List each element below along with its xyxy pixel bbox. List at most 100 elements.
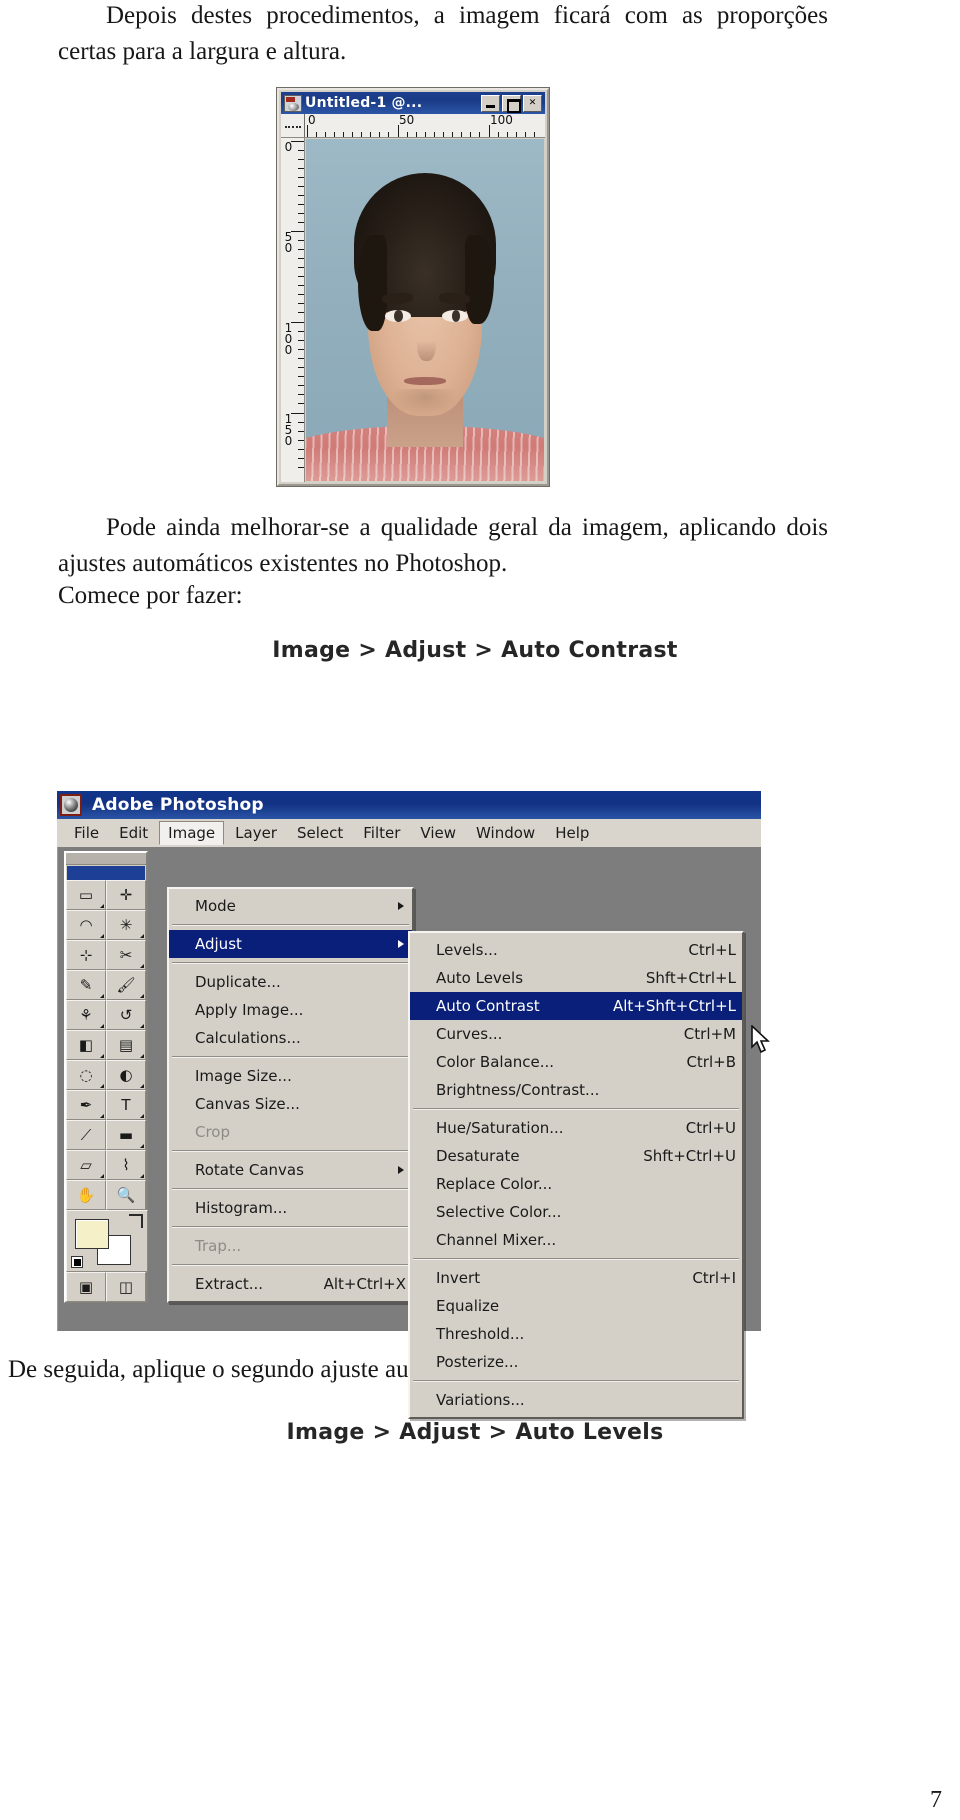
menu-select[interactable]: Select	[288, 821, 352, 845]
menu-item-selective-color[interactable]: Selective Color...	[410, 1198, 742, 1226]
menu-item-extract[interactable]: Extract... Alt+Ctrl+X	[169, 1270, 412, 1298]
photoshop-titlebar[interactable]: Adobe Photoshop	[57, 791, 761, 819]
menu-item-rotate-canvas[interactable]: Rotate Canvas	[169, 1156, 412, 1184]
move-tool-icon[interactable]: ✛	[106, 880, 146, 910]
menu-item-posterize[interactable]: Posterize...	[410, 1348, 742, 1376]
menu-item-auto-contrast[interactable]: Auto Contrast Alt+Shft+Ctrl+L	[410, 992, 742, 1020]
minimize-button[interactable]	[481, 94, 500, 112]
healing-brush-tool-icon[interactable]: ✎	[66, 970, 106, 1000]
menu-item-channel-mixer[interactable]: Channel Mixer...	[410, 1226, 742, 1254]
menu-view[interactable]: View	[411, 821, 465, 845]
eyedropper-tool-icon[interactable]: ⌇	[106, 1150, 146, 1180]
ruler-v-label-0: 0	[284, 140, 293, 154]
menu-file[interactable]: File	[65, 821, 108, 845]
stamp-tool-icon[interactable]: ⚘	[66, 1000, 106, 1030]
paintbrush-tool-icon[interactable]: 🖌	[106, 970, 146, 1000]
menu-layer[interactable]: Layer	[226, 821, 286, 845]
dodge-tool-icon[interactable]: ◐	[106, 1060, 146, 1090]
ruler-v-label-50: 50	[284, 230, 293, 255]
menu-item-calculations[interactable]: Calculations...	[169, 1024, 412, 1052]
vertical-ruler[interactable]: 0 50 100 150	[281, 138, 305, 482]
horizontal-ruler[interactable]: 0 50 100	[281, 114, 545, 138]
menu-image[interactable]: Image	[159, 821, 225, 845]
color-swatches[interactable]	[66, 1210, 148, 1272]
swap-colors-icon[interactable]	[129, 1214, 143, 1228]
photoshop-menubar[interactable]: File Edit Image Layer Select Filter View…	[57, 819, 761, 847]
menu-filter[interactable]: Filter	[354, 821, 409, 845]
path-selection-tool-icon[interactable]: ⟋	[66, 1120, 106, 1150]
ruler-v-label-100: 100	[284, 321, 293, 357]
menu-item-hue-saturation[interactable]: Hue/Saturation... Ctrl+U	[410, 1114, 742, 1142]
lasso-tool-icon[interactable]: ◠	[66, 910, 106, 940]
notes-tool-icon[interactable]: ▱	[66, 1150, 106, 1180]
standard-mode-icon[interactable]: ▣	[66, 1272, 106, 1302]
menu-item-color-balance[interactable]: Color Balance... Ctrl+B	[410, 1048, 742, 1076]
toolbox-palette[interactable]: ▭ ✛ ◠ ✳ ⊹ ✂ ✎ 🖌 ⚘ ↺ ◧ ▤ ◌ ◐ ✒ T ⟋ ▬ ▱ ⌇ …	[64, 851, 148, 1303]
photoshop-application-window: Adobe Photoshop File Edit Image Layer Se…	[57, 791, 771, 1419]
menu-separator	[413, 1258, 739, 1260]
menu-accelerator: Shft+Ctrl+U	[643, 1147, 736, 1165]
menu-item-duplicate[interactable]: Duplicate...	[169, 968, 412, 996]
document-canvas[interactable]	[306, 139, 544, 481]
blur-tool-icon[interactable]: ◌	[66, 1060, 106, 1090]
menu-item-replace-color[interactable]: Replace Color...	[410, 1170, 742, 1198]
photoshop-document-window: Untitled-1 @... ✕ 0 50 100 0 50 100 150	[277, 88, 549, 486]
menu-item-apply-image[interactable]: Apply Image...	[169, 996, 412, 1024]
menu-item-invert[interactable]: Invert Ctrl+I	[410, 1264, 742, 1292]
maximize-button[interactable]	[502, 94, 521, 113]
menu-item-trap: Trap...	[195, 1237, 242, 1255]
menu-separator	[413, 1108, 739, 1110]
zoom-tool-icon[interactable]: 🔍	[106, 1180, 146, 1210]
paragraph-start: Comece por fazer:	[58, 582, 243, 609]
menu-item-canvas-size[interactable]: Canvas Size...	[169, 1090, 412, 1118]
pen-tool-icon[interactable]: ✒	[66, 1090, 106, 1120]
quickmask-mode-icon[interactable]: ◫	[106, 1272, 146, 1302]
type-tool-icon[interactable]: T	[106, 1090, 146, 1120]
document-window-titlebar[interactable]: Untitled-1 @... ✕	[281, 92, 545, 114]
menu-item-threshold[interactable]: Threshold...	[410, 1320, 742, 1348]
menu-item-curves[interactable]: Curves... Ctrl+M	[410, 1020, 742, 1048]
menu-separator	[172, 962, 409, 964]
magic-wand-tool-icon[interactable]: ✳	[106, 910, 146, 940]
menu-item-auto-levels[interactable]: Auto Levels Shft+Ctrl+L	[410, 964, 742, 992]
menu-item-equalize[interactable]: Equalize	[410, 1292, 742, 1320]
slice-tool-icon[interactable]: ✂	[106, 940, 146, 970]
hand-tool-icon[interactable]: ✋	[66, 1180, 106, 1210]
ruler-origin-corner[interactable]	[281, 114, 305, 137]
history-brush-tool-icon[interactable]: ↺	[106, 1000, 146, 1030]
close-button[interactable]: ✕	[523, 94, 542, 112]
default-colors-icon[interactable]	[71, 1256, 83, 1268]
menu-edit[interactable]: Edit	[110, 821, 157, 845]
page-number: 7	[930, 1787, 942, 1813]
menu-separator	[172, 1188, 409, 1190]
gradient-tool-icon[interactable]: ▤	[106, 1030, 146, 1060]
image-dropdown-menu[interactable]: Mode Adjust Duplicate... Apply Image... …	[167, 887, 414, 1303]
menu-item-desaturate[interactable]: Desaturate Shft+Ctrl+U	[410, 1142, 742, 1170]
menu-accelerator: Ctrl+U	[685, 1119, 736, 1137]
menu-separator	[413, 1380, 739, 1382]
menu-separator	[172, 1226, 409, 1228]
menu-item-levels[interactable]: Levels... Ctrl+L	[410, 936, 742, 964]
adobe-photoshop-logo-icon	[60, 794, 82, 816]
menu-item-variations[interactable]: Variations...	[410, 1386, 742, 1414]
eraser-tool-icon[interactable]: ◧	[66, 1030, 106, 1060]
foreground-color-swatch[interactable]	[75, 1219, 109, 1249]
rectangle-tool-icon[interactable]: ▬	[106, 1120, 146, 1150]
toolbox-titlebar[interactable]	[66, 853, 146, 865]
menu-item-adjust[interactable]: Adjust	[169, 930, 412, 958]
menu-item-brightness-contrast[interactable]: Brightness/Contrast...	[410, 1076, 742, 1104]
crop-tool-icon[interactable]: ⊹	[66, 940, 106, 970]
marquee-tool-icon[interactable]: ▭	[66, 880, 106, 910]
window-control-buttons: ✕	[481, 94, 542, 113]
menu-accelerator: Ctrl+M	[683, 1025, 736, 1043]
menu-help[interactable]: Help	[546, 821, 598, 845]
menu-item-image-size[interactable]: Image Size...	[169, 1062, 412, 1090]
menu-accelerator: Ctrl+B	[686, 1053, 736, 1071]
adjust-submenu[interactable]: Levels... Ctrl+L Auto Levels Shft+Ctrl+L…	[408, 931, 771, 1419]
command-auto-contrast: Image > Adjust > Auto Contrast	[272, 638, 678, 663]
menu-item-mode[interactable]: Mode	[169, 892, 412, 920]
menu-accelerator: Alt+Ctrl+X	[323, 1275, 406, 1293]
menu-separator	[172, 1056, 409, 1058]
menu-item-histogram[interactable]: Histogram...	[169, 1194, 412, 1222]
menu-window[interactable]: Window	[467, 821, 544, 845]
